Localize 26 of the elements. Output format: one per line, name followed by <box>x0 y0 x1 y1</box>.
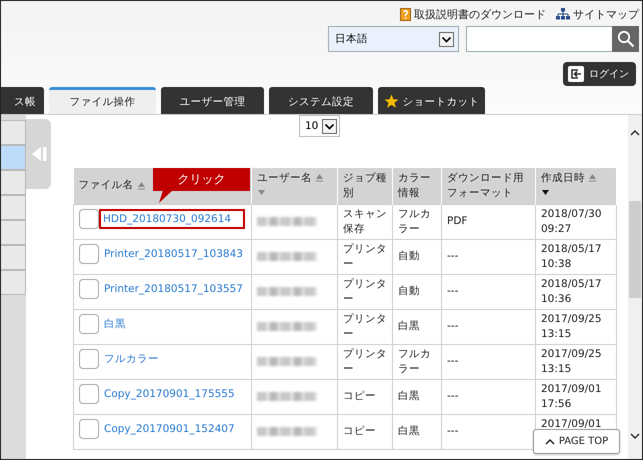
table-cell: 2017/09/25 13:15 <box>536 344 616 379</box>
table-cell: 白黒 <box>392 379 442 414</box>
table-cell: スキャン保存 <box>338 204 392 239</box>
table-cell: 2018/05/17 10:36 <box>536 274 616 309</box>
table-cell: コピー <box>338 414 392 449</box>
table-cell: 2018/07/30 09:27 <box>536 204 616 239</box>
table-cell: 白黒 <box>392 309 442 344</box>
table-cell: 自動 <box>392 274 442 309</box>
table-cell: --- <box>442 239 536 274</box>
table-cell: --- <box>442 344 536 379</box>
table-cell: プリンター <box>338 309 392 344</box>
table-cell: 自動 <box>392 239 442 274</box>
table-cell: フルカラー <box>392 344 442 379</box>
table-cell: --- <box>442 309 536 344</box>
table-cell: コピー <box>338 379 392 414</box>
table-cell: プリンター <box>338 274 392 309</box>
table-cell: 2017/09/25 13:15 <box>536 309 616 344</box>
table-cell: フルカラー <box>392 204 442 239</box>
table-cell: 2018/05/17 10:38 <box>536 239 616 274</box>
table-cell: プリンター <box>338 239 392 274</box>
table-cell: プリンター <box>338 344 392 379</box>
table-cell: --- <box>442 274 536 309</box>
table-cell: 白黒 <box>392 414 442 449</box>
table-cell: --- <box>442 379 536 414</box>
table-cell: PDF <box>442 204 536 239</box>
table-cell: 2017/09/01 17:56 <box>536 379 616 414</box>
